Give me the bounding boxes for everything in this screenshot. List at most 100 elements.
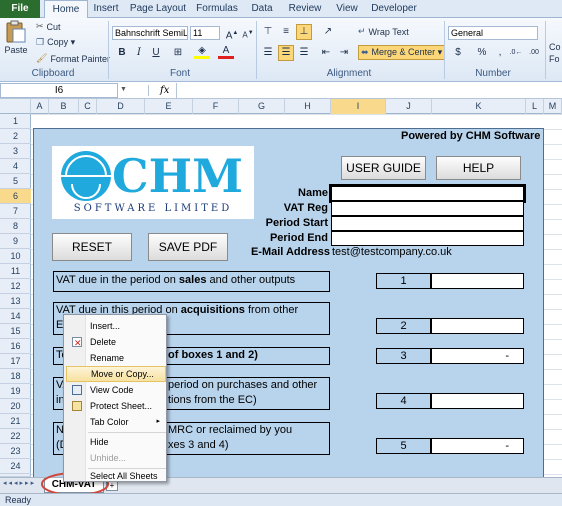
- increase-decimal-icon[interactable]: .0←: [508, 45, 524, 61]
- row-header[interactable]: 16: [0, 339, 31, 354]
- tab-page-layout[interactable]: Page Layout: [128, 0, 188, 18]
- column-header[interactable]: F: [193, 99, 239, 114]
- row-header[interactable]: 13: [0, 294, 31, 309]
- fill-color-icon[interactable]: ◈: [194, 45, 210, 61]
- bold-icon[interactable]: B: [114, 45, 130, 61]
- column-header[interactable]: A: [31, 99, 49, 114]
- row-header[interactable]: 14: [0, 309, 31, 324]
- row-header[interactable]: 17: [0, 354, 31, 369]
- format-table-button[interactable]: Fo: [549, 54, 560, 64]
- row-header[interactable]: 7: [0, 204, 31, 219]
- row-header[interactable]: 15: [0, 324, 31, 339]
- row-header[interactable]: 24: [0, 459, 31, 474]
- row-header[interactable]: 18: [0, 369, 31, 384]
- row-header[interactable]: 5: [0, 174, 31, 189]
- name-box[interactable]: I6: [0, 83, 118, 98]
- font-size-select[interactable]: 11: [190, 26, 220, 40]
- reset-button[interactable]: RESET: [52, 233, 132, 261]
- number-format-select[interactable]: General: [448, 26, 538, 40]
- email-value[interactable]: test@testcompany.co.uk: [332, 246, 452, 258]
- box3-value[interactable]: -: [431, 348, 524, 364]
- menu-item-view-code[interactable]: View Code: [66, 382, 166, 398]
- row-header[interactable]: 1: [0, 114, 31, 129]
- orientation-icon[interactable]: ↗: [320, 24, 336, 40]
- currency-icon[interactable]: $: [450, 45, 466, 61]
- decrease-decimal-icon[interactable]: .00: [526, 45, 542, 61]
- row-header[interactable]: 6: [0, 189, 31, 204]
- copy-button[interactable]: ❐ Copy ▾: [36, 37, 75, 48]
- row-header[interactable]: 8: [0, 219, 31, 234]
- vat-reg-field[interactable]: [331, 201, 524, 216]
- merge-center-button[interactable]: ⬌ Merge & Center ▾: [358, 45, 446, 60]
- menu-item-hide[interactable]: Hide: [66, 434, 166, 450]
- format-painter-button[interactable]: 🖌 Format Painter: [36, 53, 110, 64]
- column-header[interactable]: G: [239, 99, 285, 114]
- row-header[interactable]: 4: [0, 159, 31, 174]
- tab-developer[interactable]: Developer: [370, 0, 418, 18]
- row-header[interactable]: 19: [0, 384, 31, 399]
- grow-font-icon[interactable]: A▲: [224, 25, 240, 41]
- menu-item-select-all-sheets[interactable]: Select All Sheets: [66, 468, 166, 484]
- box5-value[interactable]: -: [431, 438, 524, 454]
- row-header[interactable]: 20: [0, 399, 31, 414]
- tab-scroll-arrows[interactable]: ◂◂◂▸▸▸: [3, 479, 36, 487]
- shrink-font-icon[interactable]: A▼: [240, 25, 256, 41]
- percent-icon[interactable]: %: [474, 45, 490, 61]
- align-middle-icon[interactable]: ≡: [278, 24, 294, 40]
- name-field[interactable]: [329, 184, 526, 203]
- box1-value[interactable]: [431, 273, 524, 289]
- row-header[interactable]: 21: [0, 414, 31, 429]
- align-bottom-icon[interactable]: ⊥: [296, 24, 312, 40]
- column-header[interactable]: I: [331, 99, 386, 114]
- font-color-icon[interactable]: A: [218, 45, 234, 61]
- box4-value[interactable]: [431, 393, 524, 409]
- column-header[interactable]: H: [285, 99, 331, 114]
- wrap-text-button[interactable]: ↵ Wrap Text: [358, 26, 409, 37]
- menu-item-delete[interactable]: ✕ Delete: [66, 334, 166, 350]
- row-header[interactable]: 12: [0, 279, 31, 294]
- period-end-field[interactable]: [331, 231, 524, 246]
- row-header[interactable]: 22: [0, 429, 31, 444]
- tab-review[interactable]: Review: [286, 0, 324, 18]
- column-header[interactable]: E: [145, 99, 193, 114]
- cut-button[interactable]: ✂ Cut: [36, 21, 61, 32]
- menu-item-rename[interactable]: Rename: [66, 350, 166, 366]
- column-header[interactable]: B: [49, 99, 79, 114]
- name-box-dropdown-icon[interactable]: ▼: [120, 86, 127, 93]
- column-header[interactable]: M: [544, 99, 562, 114]
- insert-function-icon[interactable]: fx: [160, 82, 169, 99]
- tab-data[interactable]: Data: [248, 0, 276, 18]
- row-header[interactable]: 11: [0, 264, 31, 279]
- borders-icon[interactable]: ⊞: [170, 45, 186, 61]
- column-header[interactable]: L: [526, 99, 544, 114]
- font-name-select[interactable]: Bahnschrift SemiLi: [112, 26, 188, 40]
- help-button[interactable]: HELP: [436, 156, 521, 180]
- menu-item-protect-sheet[interactable]: Protect Sheet...: [66, 398, 166, 414]
- align-center-icon[interactable]: ☰: [278, 45, 294, 61]
- align-left-icon[interactable]: ☰: [260, 45, 276, 61]
- row-header[interactable]: 23: [0, 444, 31, 459]
- period-start-field[interactable]: [331, 216, 524, 231]
- decrease-indent-icon[interactable]: ⇤: [318, 45, 334, 61]
- comma-icon[interactable]: ,: [492, 45, 508, 61]
- formula-input[interactable]: [176, 83, 562, 98]
- user-guide-button[interactable]: USER GUIDE: [341, 156, 426, 180]
- box2-value[interactable]: [431, 318, 524, 334]
- select-all-corner[interactable]: [0, 99, 31, 114]
- menu-item-insert[interactable]: Insert...: [66, 318, 166, 334]
- align-right-icon[interactable]: ☰: [296, 45, 312, 61]
- menu-item-tab-color[interactable]: Tab Color ▸: [66, 414, 166, 430]
- column-header[interactable]: J: [386, 99, 432, 114]
- tab-formulas[interactable]: Formulas: [194, 0, 240, 18]
- column-header[interactable]: C: [79, 99, 97, 114]
- italic-icon[interactable]: I: [131, 45, 147, 61]
- increase-indent-icon[interactable]: ⇥: [336, 45, 352, 61]
- align-top-icon[interactable]: ⊤: [260, 24, 276, 40]
- row-header[interactable]: 3: [0, 144, 31, 159]
- conditional-formatting-button[interactable]: Co: [549, 42, 561, 52]
- tab-insert[interactable]: Insert: [88, 0, 124, 18]
- row-header[interactable]: 10: [0, 249, 31, 264]
- menu-item-move-copy[interactable]: Move or Copy...: [66, 366, 166, 382]
- underline-icon[interactable]: U: [148, 45, 164, 61]
- paste-button[interactable]: Paste: [4, 20, 28, 55]
